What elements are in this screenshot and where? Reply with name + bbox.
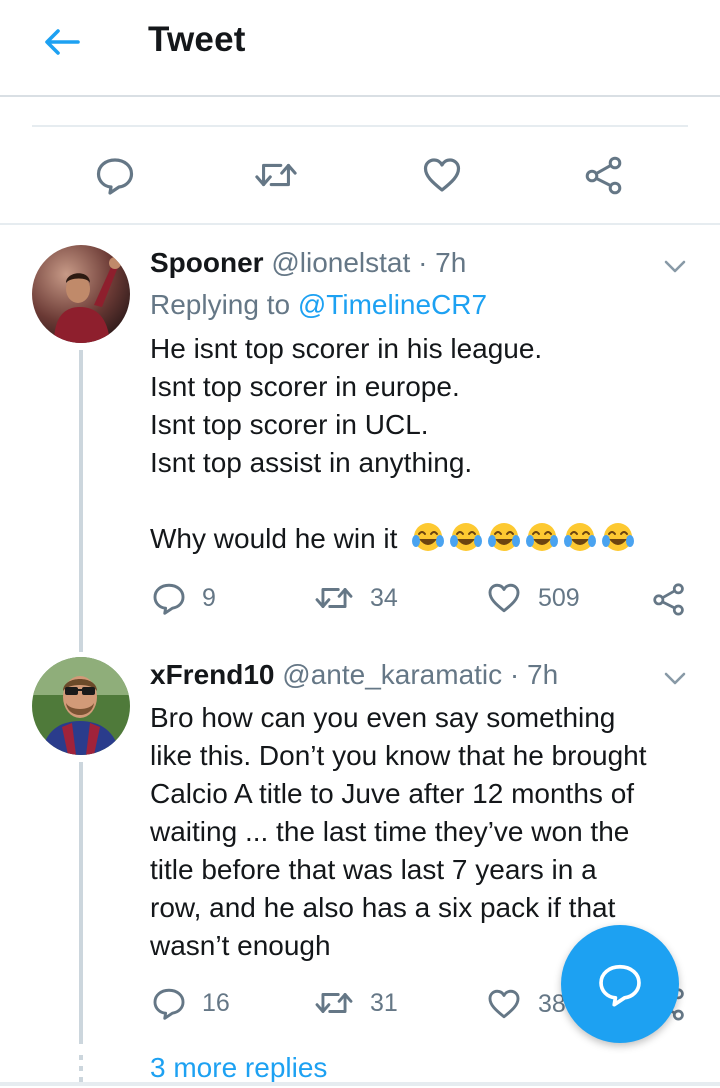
divider bbox=[0, 1082, 720, 1086]
reply-count: 16 bbox=[202, 988, 230, 1017]
back-button[interactable] bbox=[40, 24, 84, 60]
retweet-stat[interactable]: 34 bbox=[314, 581, 398, 615]
tweet-menu-button[interactable] bbox=[660, 255, 690, 279]
page-title: Tweet bbox=[148, 20, 246, 59]
retweet-icon bbox=[315, 993, 353, 1013]
tears-of-joy-emoji-icon bbox=[564, 523, 597, 551]
author-line: Spooner @lionelstat · 7h bbox=[150, 247, 466, 279]
tweet-text: Why would he win it bbox=[150, 523, 398, 554]
tweet-text-line: wasn’t enough bbox=[150, 930, 331, 961]
like-icon bbox=[488, 583, 520, 613]
tweet-text-line: He isnt top scorer in his league. bbox=[150, 333, 543, 364]
tweet-text-line: row, and he also has a six pack if that bbox=[150, 892, 616, 923]
display-name[interactable]: xFrend10 bbox=[150, 659, 275, 690]
reply-stat[interactable]: 9 bbox=[152, 581, 216, 615]
share-icon bbox=[585, 156, 622, 195]
tweet-text-line: like this. Don’t you know that he brough… bbox=[150, 740, 647, 771]
retweet-icon bbox=[315, 588, 353, 608]
tears-of-joy-emoji-icon bbox=[602, 523, 635, 551]
like-icon bbox=[488, 989, 520, 1019]
avatar[interactable] bbox=[32, 657, 130, 755]
timestamp: 7h bbox=[435, 247, 467, 278]
tears-of-joy-emoji-icon bbox=[450, 523, 483, 551]
share-icon bbox=[653, 583, 684, 616]
tweet-text-line: Isnt top scorer in UCL. bbox=[150, 409, 429, 440]
thread-line bbox=[79, 350, 83, 652]
like-stat[interactable]: 38 bbox=[486, 987, 566, 1021]
tweet-text-last-line: Why would he win it bbox=[150, 520, 639, 558]
top-app-bar: Tweet bbox=[0, 0, 720, 97]
retweet-count: 34 bbox=[370, 583, 398, 612]
like-button[interactable] bbox=[420, 153, 464, 197]
replying-prefix: Replying to bbox=[150, 289, 291, 320]
retweet-count: 31 bbox=[370, 988, 398, 1017]
reply-icon bbox=[153, 583, 185, 615]
retweet-icon bbox=[255, 163, 297, 187]
share-button[interactable] bbox=[582, 153, 626, 197]
timestamp: 7h bbox=[527, 659, 559, 690]
arrow-left-icon bbox=[45, 29, 80, 55]
chevron-down-icon bbox=[664, 672, 686, 685]
reply-icon bbox=[599, 964, 641, 1007]
reply-button[interactable] bbox=[93, 153, 137, 197]
mention-link[interactable]: @TimelineCR7 bbox=[298, 289, 487, 320]
compose-reply-button[interactable] bbox=[561, 925, 679, 1043]
tweet-text-line: Isnt top assist in anything. bbox=[150, 447, 473, 478]
like-count: 509 bbox=[538, 583, 580, 612]
retweet-button[interactable] bbox=[254, 153, 298, 197]
reply-icon bbox=[96, 158, 134, 195]
like-icon bbox=[423, 158, 461, 192]
author-line: xFrend10 @ante_karamatic · 7h bbox=[150, 659, 558, 691]
tweet-text-line: title before that was last 7 years in a bbox=[150, 854, 597, 885]
user-handle[interactable]: @lionelstat bbox=[271, 247, 410, 278]
reply-icon bbox=[153, 988, 185, 1020]
like-stat[interactable]: 509 bbox=[486, 581, 580, 615]
tweet-text-line: waiting ... the last time they’ve won th… bbox=[150, 816, 630, 847]
user-handle[interactable]: @ante_karamatic bbox=[282, 659, 502, 690]
tears-of-joy-emoji-icon bbox=[488, 523, 521, 551]
replying-to: Replying to @TimelineCR7 bbox=[150, 289, 487, 321]
tweet-action-bar bbox=[0, 127, 720, 225]
separator: · bbox=[418, 247, 428, 278]
tweet-text-line: Bro how can you even say something bbox=[150, 702, 616, 733]
avatar[interactable] bbox=[32, 245, 130, 343]
tweet-menu-button[interactable] bbox=[660, 667, 690, 691]
thread-line bbox=[79, 762, 83, 1044]
retweet-stat[interactable]: 31 bbox=[314, 986, 398, 1020]
reply-stat[interactable]: 16 bbox=[152, 986, 230, 1020]
share-button[interactable] bbox=[652, 582, 686, 616]
reply-count: 9 bbox=[202, 583, 216, 612]
more-replies-link[interactable]: 3 more replies bbox=[150, 1052, 327, 1084]
tweet-text-line: Isnt top scorer in europe. bbox=[150, 371, 460, 402]
emoji-row bbox=[411, 523, 639, 554]
tears-of-joy-emoji-icon bbox=[526, 523, 559, 551]
separator: · bbox=[509, 659, 520, 690]
tweet-text-line: Calcio A title to Juve after 12 months o… bbox=[150, 778, 635, 809]
chevron-down-icon bbox=[664, 260, 686, 273]
tears-of-joy-emoji-icon bbox=[412, 523, 445, 551]
display-name[interactable]: Spooner bbox=[150, 247, 264, 278]
